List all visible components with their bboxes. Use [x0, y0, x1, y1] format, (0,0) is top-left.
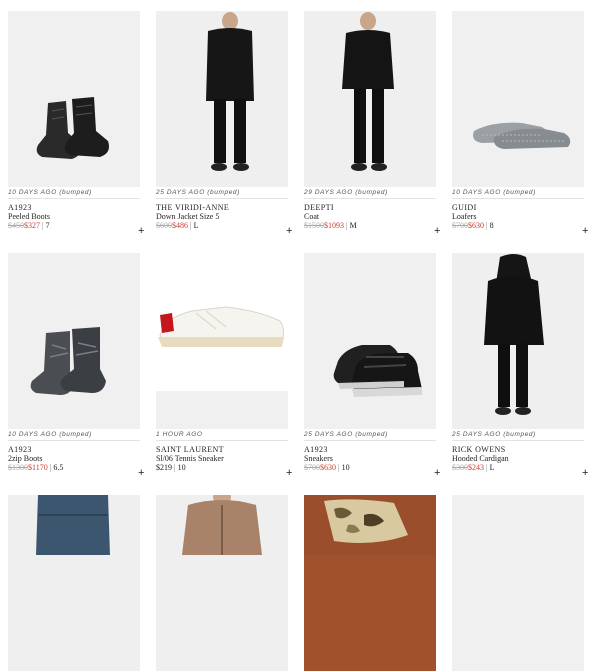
current-price: $630	[468, 221, 484, 230]
original-price: $1500	[304, 221, 324, 230]
current-price: $630	[320, 463, 336, 472]
designer-name[interactable]: SAINT LAURENT	[156, 445, 296, 454]
size: M	[349, 221, 357, 230]
product-image[interactable]	[156, 11, 288, 187]
product-title[interactable]: 2zip Boots	[8, 454, 148, 463]
price-line: $450$327 | 7	[8, 221, 148, 231]
price-line: $219 | 10	[156, 463, 296, 473]
current-price: $1093	[324, 221, 344, 230]
price-line: $600$486 | L	[156, 221, 296, 231]
product-title[interactable]: Loafers	[452, 212, 592, 221]
listing-time: 25 DAYS AGO (bumped)	[452, 431, 584, 441]
product-image[interactable]	[8, 495, 140, 671]
original-price: $700	[304, 463, 320, 472]
price-line: $1300$1170 | 6.5	[8, 463, 148, 473]
designer-name[interactable]: A1923	[8, 203, 148, 212]
product-photo-placeholder	[452, 495, 584, 671]
product-image[interactable]	[8, 11, 140, 187]
current-price: $219	[156, 463, 172, 472]
current-price: $243	[468, 463, 484, 472]
add-to-favorites-button[interactable]: +	[434, 225, 440, 237]
original-price: $700	[452, 221, 468, 230]
jeans-model-image	[8, 495, 140, 671]
cardigan-model-image	[452, 253, 584, 429]
price-line: $700$630 | 10	[304, 463, 444, 473]
designer-name[interactable]: A1923	[8, 445, 148, 454]
size: 8	[489, 221, 494, 230]
boots-image	[8, 11, 140, 187]
sneakers-image	[304, 253, 436, 429]
original-price: $300	[452, 463, 468, 472]
original-price: $450	[8, 221, 24, 230]
add-to-favorites-button[interactable]: +	[138, 225, 144, 237]
add-to-favorites-button[interactable]: +	[286, 467, 292, 479]
listing-time: 1 HOUR AGO	[156, 431, 288, 441]
designer-name[interactable]: A1923	[304, 445, 444, 454]
original-price: $1300	[8, 463, 28, 472]
listing-time: 10 DAYS AGO (bumped)	[452, 189, 584, 199]
product-title[interactable]: Sl/06 Tennis Sneaker	[156, 454, 296, 463]
original-price: $600	[156, 221, 172, 230]
product-title[interactable]: Down Jacket Size 5	[156, 212, 296, 221]
listing-time: 29 DAYS AGO (bumped)	[304, 189, 436, 199]
size: 10	[341, 463, 350, 472]
product-image[interactable]	[452, 495, 584, 671]
product-image[interactable]	[156, 495, 288, 671]
price-line: $300$243 | L	[452, 463, 592, 473]
product-image[interactable]	[452, 253, 584, 429]
designer-name[interactable]: RICK OWENS	[452, 445, 592, 454]
add-to-favorites-button[interactable]: +	[286, 225, 292, 237]
product-image[interactable]	[156, 253, 288, 429]
listing-time: 25 DAYS AGO (bumped)	[156, 189, 288, 199]
product-title[interactable]: Coat	[304, 212, 444, 221]
current-price: $486	[172, 221, 188, 230]
size: 6.5	[53, 463, 64, 472]
add-to-favorites-button[interactable]: +	[582, 467, 588, 479]
product-image[interactable]	[8, 253, 140, 429]
camo-item-image	[304, 495, 436, 671]
boots-image	[8, 253, 140, 429]
add-to-favorites-button[interactable]: +	[138, 467, 144, 479]
size: 10	[177, 463, 186, 472]
current-price: $327	[24, 221, 40, 230]
designer-name[interactable]: GUIDI	[452, 203, 592, 212]
product-image[interactable]	[304, 253, 436, 429]
loafers-image	[452, 11, 584, 187]
current-price: $1170	[28, 463, 48, 472]
price-line: $1500$1093 | M	[304, 221, 444, 231]
product-title[interactable]: Hooded Cardigan	[452, 454, 592, 463]
price-line: $700$630 | 8	[452, 221, 592, 231]
product-title[interactable]: Peeled Boots	[8, 212, 148, 221]
listing-time: 10 DAYS AGO (bumped)	[8, 189, 140, 199]
coat-model-image	[304, 11, 436, 187]
size: L	[193, 221, 199, 230]
product-image[interactable]	[304, 495, 436, 671]
designer-name[interactable]: DEEPTI	[304, 203, 444, 212]
designer-name[interactable]: THE VIRIDI-ANNE	[156, 203, 296, 212]
add-to-favorites-button[interactable]: +	[582, 225, 588, 237]
product-image[interactable]	[304, 11, 436, 187]
size: 7	[45, 221, 50, 230]
size: L	[489, 463, 495, 472]
listing-time: 25 DAYS AGO (bumped)	[304, 431, 436, 441]
product-title[interactable]: Sneakers	[304, 454, 444, 463]
add-to-favorites-button[interactable]: +	[434, 467, 440, 479]
product-image[interactable]	[452, 11, 584, 187]
listing-time: 10 DAYS AGO (bumped)	[8, 431, 140, 441]
sneaker-image	[156, 253, 288, 429]
jacket-model-image	[156, 11, 288, 187]
leather-jacket-image	[156, 495, 288, 671]
